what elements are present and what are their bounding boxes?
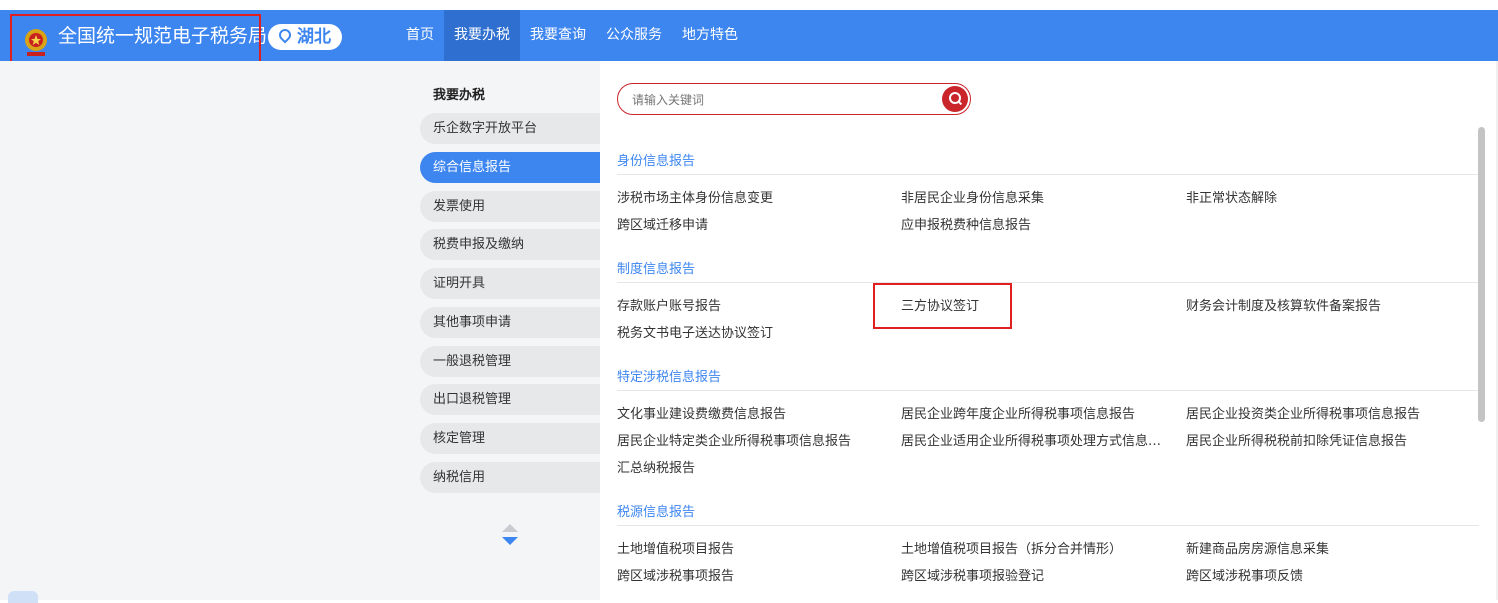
nav-home[interactable]: 首页 — [396, 10, 444, 61]
link-investment-cit[interactable]: 居民企业投资类企业所得税事项信息报告 — [1186, 403, 1420, 422]
divider — [617, 390, 1479, 391]
link-land-vat-project[interactable]: 土地增值税项目报告 — [617, 538, 734, 557]
divider — [617, 525, 1479, 526]
link-tax-type-report[interactable]: 应申报税费种信息报告 — [901, 214, 1031, 233]
region-selector[interactable]: 湖北 — [268, 24, 342, 50]
section-title-specific: 特定涉税信息报告 — [617, 370, 722, 385]
link-cit-treatment[interactable]: 居民企业适用企业所得税事项处理方式信息报... — [901, 430, 1167, 449]
sidebar-item-credit[interactable]: 纳税信用 — [420, 462, 600, 493]
floating-widget[interactable] — [8, 591, 38, 603]
sidebar-item-leqi[interactable]: 乐企数字开放平台 — [420, 113, 600, 144]
sidebar-item-invoice[interactable]: 发票使用 — [420, 191, 600, 222]
sidebar-item-declaration[interactable]: 税费申报及缴纳 — [420, 229, 600, 260]
link-nonresident-identity[interactable]: 非居民企业身份信息采集 — [901, 187, 1044, 206]
link-accounting-system-filing[interactable]: 财务会计制度及核算软件备案报告 — [1186, 295, 1381, 314]
link-e-delivery-agreement[interactable]: 税务文书电子送达协议签订 — [617, 322, 773, 341]
nav-local-features[interactable]: 地方特色 — [672, 10, 748, 61]
link-specific-cit[interactable]: 居民企业特定类企业所得税事项信息报告 — [617, 430, 851, 449]
nav-query[interactable]: 我要查询 — [520, 10, 596, 61]
nav-handle-tax[interactable]: 我要办税 — [444, 10, 520, 61]
link-cross-region-registration[interactable]: 跨区域涉税事项报验登记 — [901, 565, 1044, 584]
search-button[interactable] — [942, 86, 968, 112]
sidebar-item-export-refund[interactable]: 出口退税管理 — [420, 384, 600, 415]
divider — [617, 282, 1479, 283]
section-title-system: 制度信息报告 — [617, 262, 696, 277]
nav-public-service[interactable]: 公众服务 — [596, 10, 672, 61]
sidebar-item-general-refund[interactable]: 一般退税管理 — [420, 346, 600, 377]
search-input[interactable] — [630, 89, 934, 111]
link-cross-region-migration[interactable]: 跨区域迁移申请 — [617, 214, 708, 233]
link-new-housing-info[interactable]: 新建商品房房源信息采集 — [1186, 538, 1329, 557]
sidebar-title: 我要办税 — [433, 88, 486, 103]
sidebar-item-other-application[interactable]: 其他事项申请 — [420, 307, 600, 338]
location-pin-icon — [276, 26, 294, 44]
link-abnormal-status-release[interactable]: 非正常状态解除 — [1186, 187, 1277, 206]
link-cross-region-report[interactable]: 跨区域涉税事项报告 — [617, 565, 734, 584]
main-nav: 首页 我要办税 我要查询 公众服务 地方特色 — [396, 10, 748, 61]
link-deduction-voucher[interactable]: 居民企业所得税税前扣除凭证信息报告 — [1186, 430, 1407, 449]
content-scrollbar[interactable] — [1478, 127, 1485, 422]
section-title-tax-source: 税源信息报告 — [617, 505, 696, 520]
divider — [617, 174, 1479, 175]
region-label: 湖北 — [297, 27, 331, 47]
section-title-identity: 身份信息报告 — [617, 154, 696, 169]
highlight-box-tripartite — [873, 283, 1012, 329]
sidebar-item-certificate[interactable]: 证明开具 — [420, 268, 600, 299]
sidebar-item-comprehensive-report[interactable]: 综合信息报告 — [420, 152, 600, 183]
link-culture-fee-report[interactable]: 文化事业建设费缴费信息报告 — [617, 403, 786, 422]
scroll-arrows-icon[interactable] — [500, 522, 520, 548]
sidebar-item-assessment[interactable]: 核定管理 — [420, 423, 600, 454]
search-box — [617, 83, 971, 115]
link-identity-change[interactable]: 涉税市场主体身份信息变更 — [617, 187, 773, 206]
link-cross-year-cit[interactable]: 居民企业跨年度企业所得税事项信息报告 — [901, 403, 1135, 422]
link-cross-region-feedback[interactable]: 跨区域涉税事项反馈 — [1186, 565, 1303, 584]
link-bank-account-report[interactable]: 存款账户账号报告 — [617, 295, 721, 314]
link-consolidated-tax[interactable]: 汇总纳税报告 — [617, 457, 695, 476]
link-land-vat-split[interactable]: 土地增值税项目报告（拆分合并情形） — [901, 538, 1122, 557]
top-strip — [0, 0, 1498, 10]
